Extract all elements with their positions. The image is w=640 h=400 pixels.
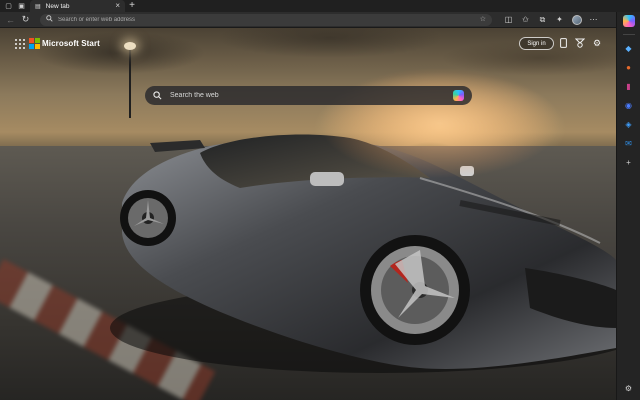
- toolbar-icons: ◫ ✩ ⧉ ✦ ⋯: [502, 13, 600, 26]
- split-screen-icon[interactable]: ◫: [502, 13, 515, 26]
- tab-strip: ▢ ▣ ▤ New tab × +: [0, 0, 640, 12]
- tab-label: New tab: [45, 2, 70, 10]
- refresh-icon[interactable]: ↻: [19, 13, 32, 26]
- microsoft-logo-icon: [29, 38, 40, 49]
- microsoft-365-icon[interactable]: ◈: [623, 118, 635, 130]
- tab-new-tab[interactable]: ▤ New tab ×: [30, 0, 125, 12]
- games-icon[interactable]: ◉: [623, 99, 635, 111]
- copilot-icon[interactable]: [453, 90, 464, 101]
- profile-avatar[interactable]: [570, 13, 583, 26]
- tools-icon[interactable]: ▮: [623, 80, 635, 92]
- shopping-icon[interactable]: ●: [623, 61, 635, 73]
- extensions-icon[interactable]: ✦: [553, 13, 566, 26]
- search-icon[interactable]: ◆: [623, 42, 635, 54]
- microsoft-start-brand[interactable]: Microsoft Start: [29, 38, 100, 49]
- edge-sidebar: ◆ ● ▮ ◉ ◈ ✉ + ⚙: [616, 12, 640, 400]
- workspaces-icon[interactable]: ▣: [18, 2, 25, 10]
- settings-icon[interactable]: ⚙: [623, 382, 635, 394]
- address-bar[interactable]: ☆: [40, 13, 492, 26]
- new-tab-page: Microsoft Start Sign in ⚙: [0, 28, 616, 400]
- web-search-input[interactable]: [170, 92, 445, 99]
- page-icon: ▤: [35, 3, 41, 10]
- rewards-icon[interactable]: [574, 37, 586, 49]
- add-icon[interactable]: +: [623, 156, 635, 168]
- outlook-icon[interactable]: ✉: [623, 137, 635, 149]
- copilot-icon[interactable]: [622, 15, 635, 27]
- brand-title: Microsoft Start: [42, 38, 100, 48]
- web-search-box[interactable]: [145, 86, 472, 105]
- browser-toolbar: ← ↻ ☆ ◫ ✩ ⧉ ✦ ⋯: [0, 12, 640, 28]
- search-icon: [153, 91, 162, 100]
- back-icon[interactable]: ←: [4, 13, 17, 26]
- more-icon[interactable]: ⋯: [587, 13, 600, 26]
- address-input[interactable]: [58, 16, 475, 23]
- favorite-star-icon[interactable]: ☆: [480, 16, 486, 23]
- phone-icon[interactable]: [557, 37, 569, 49]
- collections-icon[interactable]: ⧉: [536, 13, 549, 26]
- close-icon[interactable]: ×: [115, 2, 120, 10]
- background-sports-car: [110, 68, 616, 373]
- favorites-icon[interactable]: ✩: [519, 13, 532, 26]
- tab-actions-icon[interactable]: ▢: [5, 2, 12, 10]
- tab-actions: ▢ ▣: [0, 0, 30, 12]
- apps-grid-icon[interactable]: [15, 39, 25, 49]
- sidebar-divider: [622, 34, 635, 35]
- search-icon: [46, 15, 53, 24]
- new-tab-button[interactable]: +: [125, 0, 139, 12]
- settings-icon[interactable]: ⚙: [591, 37, 603, 49]
- sign-in-button[interactable]: Sign in: [519, 37, 554, 50]
